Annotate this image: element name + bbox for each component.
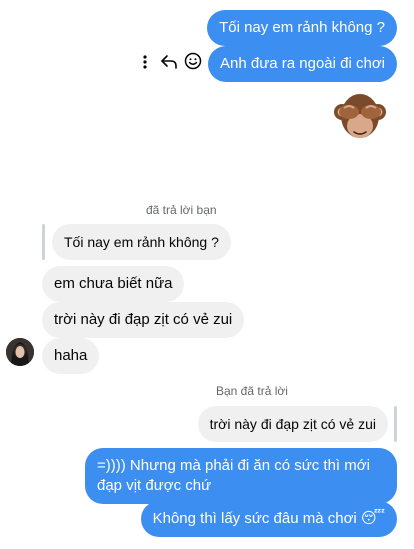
incoming-message[interactable]: trời này đi đạp zịt có vẻ zui xyxy=(42,302,245,338)
smiley-react-icon[interactable] xyxy=(184,52,202,70)
message-line: =)))) Nhưng mà phải đi ăn có sức thì mới xyxy=(97,457,370,474)
outgoing-message[interactable]: Tối nay em rảnh không ? xyxy=(207,10,397,46)
reply-arrow-icon[interactable] xyxy=(160,52,178,70)
more-vertical-icon[interactable] xyxy=(140,52,150,72)
avatar[interactable] xyxy=(6,338,34,366)
quote-bar xyxy=(394,406,397,442)
incoming-message[interactable]: haha xyxy=(42,338,100,374)
quoted-message[interactable]: Tối nay em rảnh không ? xyxy=(52,224,231,260)
sleeping-face-emoji: 😴 xyxy=(360,510,385,527)
quote-bar xyxy=(42,224,45,260)
message-text: Không thì lấy sức đâu mà chơi xyxy=(152,510,357,527)
outgoing-message[interactable]: Anh đưa ra ngoài đi chơi xyxy=(208,46,397,82)
reply-meta-label: Bạn đã trả lời xyxy=(216,384,288,398)
outgoing-message[interactable]: Không thì lấy sức đâu mà chơi 😴 xyxy=(140,501,397,537)
quoted-message[interactable]: trời này đi đạp zịt có vẻ zui xyxy=(197,406,388,442)
reply-meta-label: đã trả lời bạn xyxy=(146,203,217,217)
see-no-evil-monkey-sticker[interactable] xyxy=(330,88,390,144)
outgoing-message[interactable]: =)))) Nhưng mà phải đi ăn có sức thì mới… xyxy=(85,448,397,504)
incoming-message[interactable]: em chưa biết nữa xyxy=(42,266,185,302)
message-line: đạp vịt được chứ xyxy=(97,477,212,494)
